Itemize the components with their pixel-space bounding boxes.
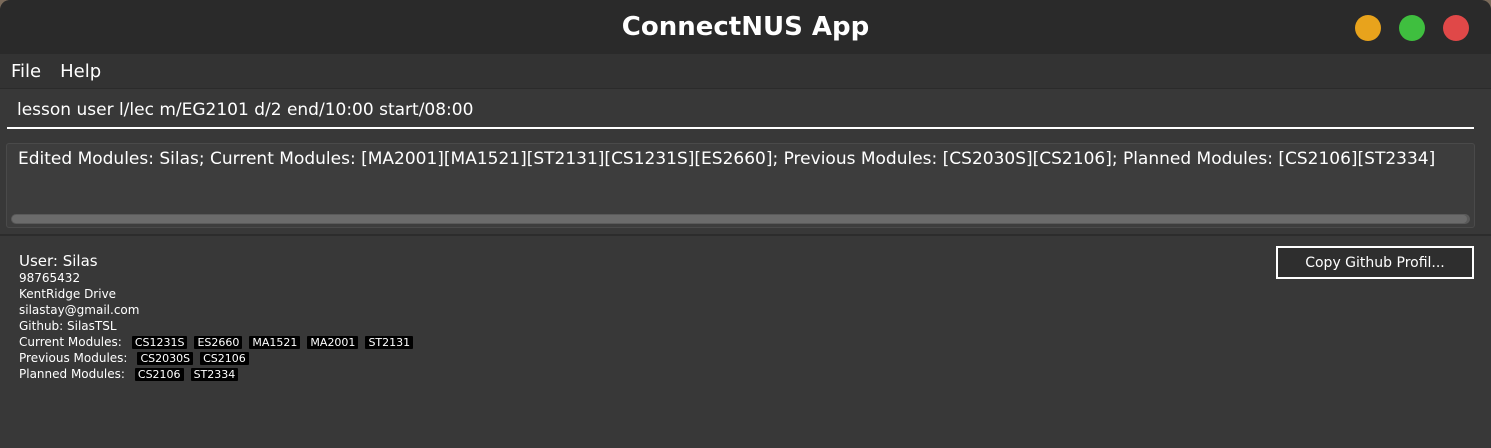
- result-display: Edited Modules: Silas; Current Modules: …: [6, 143, 1475, 228]
- module-tag: MA1521: [249, 335, 301, 349]
- module-tag: ST2131: [365, 335, 414, 349]
- result-text: Edited Modules: Silas; Current Modules: …: [18, 149, 1436, 169]
- module-tag: ST2334: [190, 367, 239, 381]
- planned-modules-label: Planned Modules:: [19, 367, 125, 381]
- user-github: Github: SilasTSL: [19, 319, 117, 333]
- panel-divider: [0, 234, 1491, 236]
- minimize-button[interactable]: [1355, 15, 1381, 41]
- previous-modules-row: Previous Modules: CS2030S CS2106: [19, 350, 919, 366]
- command-input[interactable]: lesson user l/lec m/EG2101 d/2 end/10:00…: [7, 93, 1474, 129]
- close-button[interactable]: [1443, 15, 1469, 41]
- planned-modules-row: Planned Modules: CS2106 ST2334: [19, 366, 919, 382]
- menu-file[interactable]: File: [11, 61, 41, 82]
- user-email: silastay@gmail.com: [19, 303, 140, 317]
- module-tag: CS2106: [200, 351, 249, 365]
- command-input-text: lesson user l/lec m/EG2101 d/2 end/10:00…: [17, 100, 474, 120]
- previous-modules-label: Previous Modules:: [19, 351, 128, 365]
- app-window: ConnectNUS App File Help lesson user l/l…: [0, 0, 1491, 448]
- module-tag: CS2030S: [137, 351, 194, 365]
- copy-github-profile-button[interactable]: Copy Github Profil...: [1276, 246, 1474, 279]
- current-modules-label: Current Modules:: [19, 335, 122, 349]
- menu-bar: File Help: [0, 54, 1491, 89]
- window-title: ConnectNUS App: [621, 12, 870, 42]
- user-phone: 98765432: [19, 271, 81, 285]
- user-name: User: Silas: [19, 252, 98, 270]
- module-tag: MA2001: [307, 335, 359, 349]
- module-tag: CS1231S: [131, 335, 188, 349]
- title-bar[interactable]: ConnectNUS App: [0, 0, 1491, 54]
- module-tag: ES2660: [194, 335, 243, 349]
- scrollbar-thumb[interactable]: [12, 215, 1467, 223]
- module-tag: CS2106: [134, 367, 184, 381]
- menu-help[interactable]: Help: [60, 61, 101, 82]
- user-address: KentRidge Drive: [19, 287, 117, 301]
- horizontal-scrollbar[interactable]: [11, 214, 1470, 224]
- maximize-button[interactable]: [1399, 15, 1425, 41]
- current-modules-row: Current Modules: CS1231S ES2660 MA1521 M…: [19, 334, 919, 350]
- user-profile-panel: User: Silas 98765432 KentRidge Drive sil…: [19, 252, 919, 392]
